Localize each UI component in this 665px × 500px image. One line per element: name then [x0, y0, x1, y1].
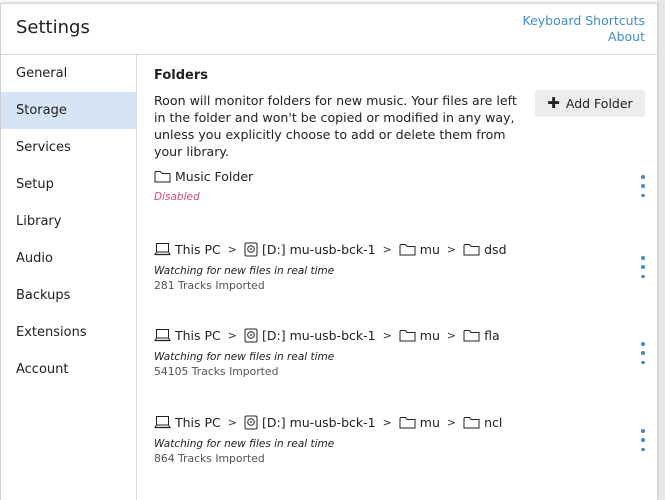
- folder-icon: [154, 170, 171, 182]
- sidebar-item-services[interactable]: Services: [1, 129, 136, 166]
- folder-segment: dsd: [463, 241, 507, 257]
- folder-icon: [399, 329, 416, 341]
- computer-segment: This PC: [154, 415, 221, 430]
- folder-icon: [463, 416, 480, 428]
- sidebar-item-storage[interactable]: Storage: [1, 92, 136, 129]
- folder-name: mu: [419, 414, 440, 430]
- sidebar: General Storage Services Setup Library A…: [1, 55, 137, 500]
- chevron-right-icon: >: [382, 242, 392, 256]
- folder-name: dsd: [484, 241, 507, 257]
- kebab-menu-icon[interactable]: [637, 429, 649, 451]
- drive-label: [D:] mu-usb-bck-1: [262, 241, 376, 257]
- sidebar-item-extensions[interactable]: Extensions: [1, 314, 136, 351]
- settings-dialog: Settings Keyboard Shortcuts About Genera…: [0, 3, 658, 500]
- chevron-right-icon: >: [382, 328, 392, 342]
- add-folder-button[interactable]: ✚ Add Folder: [535, 90, 645, 117]
- folder-path: This PC > [D:] mu-usb-bck-1 > mu > ncl: [154, 413, 649, 431]
- drive-segment: [D:] mu-usb-bck-1: [244, 328, 376, 343]
- add-folder-label: Add Folder: [565, 96, 633, 111]
- drive-icon: [244, 242, 258, 256]
- page-title: Settings: [16, 17, 90, 38]
- computer-segment: This PC: [154, 328, 221, 343]
- tracks-imported: 281 Tracks Imported: [154, 279, 265, 292]
- drive-icon: [244, 328, 258, 342]
- kebab-menu-icon[interactable]: [637, 342, 649, 364]
- computer-icon: [154, 416, 171, 429]
- sidebar-item-account[interactable]: Account: [1, 351, 136, 388]
- folder-status: Watching for new files in real time: [154, 438, 335, 450]
- folder-icon: [399, 416, 416, 428]
- folder-status: Watching for new files in real time: [154, 351, 335, 363]
- storage-panel: Folders Roon will monitor folders for ne…: [138, 55, 658, 500]
- folder-segment: Music Folder: [154, 169, 253, 184]
- folder-name: mu: [419, 241, 440, 257]
- folder-name: ncl: [484, 414, 503, 430]
- folder-name: mu: [419, 327, 440, 343]
- about-link[interactable]: About: [523, 29, 645, 45]
- chevron-right-icon: >: [446, 242, 457, 256]
- computer-segment: This PC: [154, 242, 221, 257]
- kebab-menu-icon[interactable]: [637, 256, 649, 278]
- folder-path: This PC > [D:] mu-usb-bck-1 > mu > dsd: [154, 240, 649, 258]
- folder-segment: ncl: [463, 415, 502, 430]
- kebab-menu-icon[interactable]: [637, 175, 649, 197]
- chevron-right-icon: >: [446, 415, 457, 429]
- chevron-right-icon: >: [227, 328, 238, 342]
- folder-segment: mu: [399, 328, 440, 343]
- sidebar-item-general[interactable]: General: [1, 55, 136, 92]
- keyboard-shortcuts-link[interactable]: Keyboard Shortcuts: [523, 13, 646, 29]
- dialog-header: Settings Keyboard Shortcuts About: [1, 4, 658, 55]
- folder-entry-music-folder: Music Folder Disabled: [154, 167, 649, 203]
- folder-name: fla: [484, 327, 500, 343]
- computer-icon: [154, 243, 171, 256]
- folder-entry-dsd: This PC > [D:] mu-usb-bck-1 > mu > dsd W…: [154, 240, 649, 292]
- drive-icon: [244, 415, 258, 429]
- folder-status: Disabled: [154, 191, 200, 203]
- folder-path: This PC > [D:] mu-usb-bck-1 > mu > fla: [154, 326, 649, 344]
- folder-name: Music Folder: [175, 168, 254, 184]
- section-title: Folders: [154, 68, 209, 83]
- folder-entry-ncl: This PC > [D:] mu-usb-bck-1 > mu > ncl W…: [154, 413, 649, 465]
- folder-icon: [463, 243, 480, 255]
- chevron-right-icon: >: [446, 328, 457, 342]
- sidebar-item-setup[interactable]: Setup: [1, 166, 136, 203]
- folder-icon: [463, 329, 480, 341]
- tracks-imported: 864 Tracks Imported: [154, 452, 265, 465]
- sidebar-item-audio[interactable]: Audio: [1, 240, 136, 277]
- folder-path: Music Folder: [154, 167, 649, 185]
- sidebar-item-backups[interactable]: Backups: [1, 277, 136, 314]
- computer-label: This PC: [175, 327, 221, 343]
- computer-icon: [154, 329, 171, 342]
- header-links: Keyboard Shortcuts About: [523, 13, 646, 45]
- chevron-right-icon: >: [227, 242, 238, 256]
- drive-segment: [D:] mu-usb-bck-1: [244, 242, 376, 257]
- folder-status: Watching for new files in real time: [154, 265, 335, 277]
- drive-segment: [D:] mu-usb-bck-1: [244, 415, 376, 430]
- chevron-right-icon: >: [382, 415, 392, 429]
- folder-segment: fla: [463, 328, 500, 343]
- computer-label: This PC: [175, 414, 221, 430]
- drive-label: [D:] mu-usb-bck-1: [262, 414, 376, 430]
- folder-segment: mu: [399, 415, 440, 430]
- tracks-imported: 54105 Tracks Imported: [154, 365, 279, 378]
- plus-icon: ✚: [547, 94, 560, 112]
- background-app: [657, 0, 665, 500]
- chevron-right-icon: >: [227, 415, 238, 429]
- folder-icon: [399, 243, 416, 255]
- drive-label: [D:] mu-usb-bck-1: [262, 327, 376, 343]
- folder-segment: mu: [399, 242, 440, 257]
- folders-description: Roon will monitor folders for new music.…: [154, 93, 517, 159]
- folder-entry-fla: This PC > [D:] mu-usb-bck-1 > mu > fla W…: [154, 326, 649, 378]
- sidebar-item-library[interactable]: Library: [1, 203, 136, 240]
- computer-label: This PC: [175, 241, 221, 257]
